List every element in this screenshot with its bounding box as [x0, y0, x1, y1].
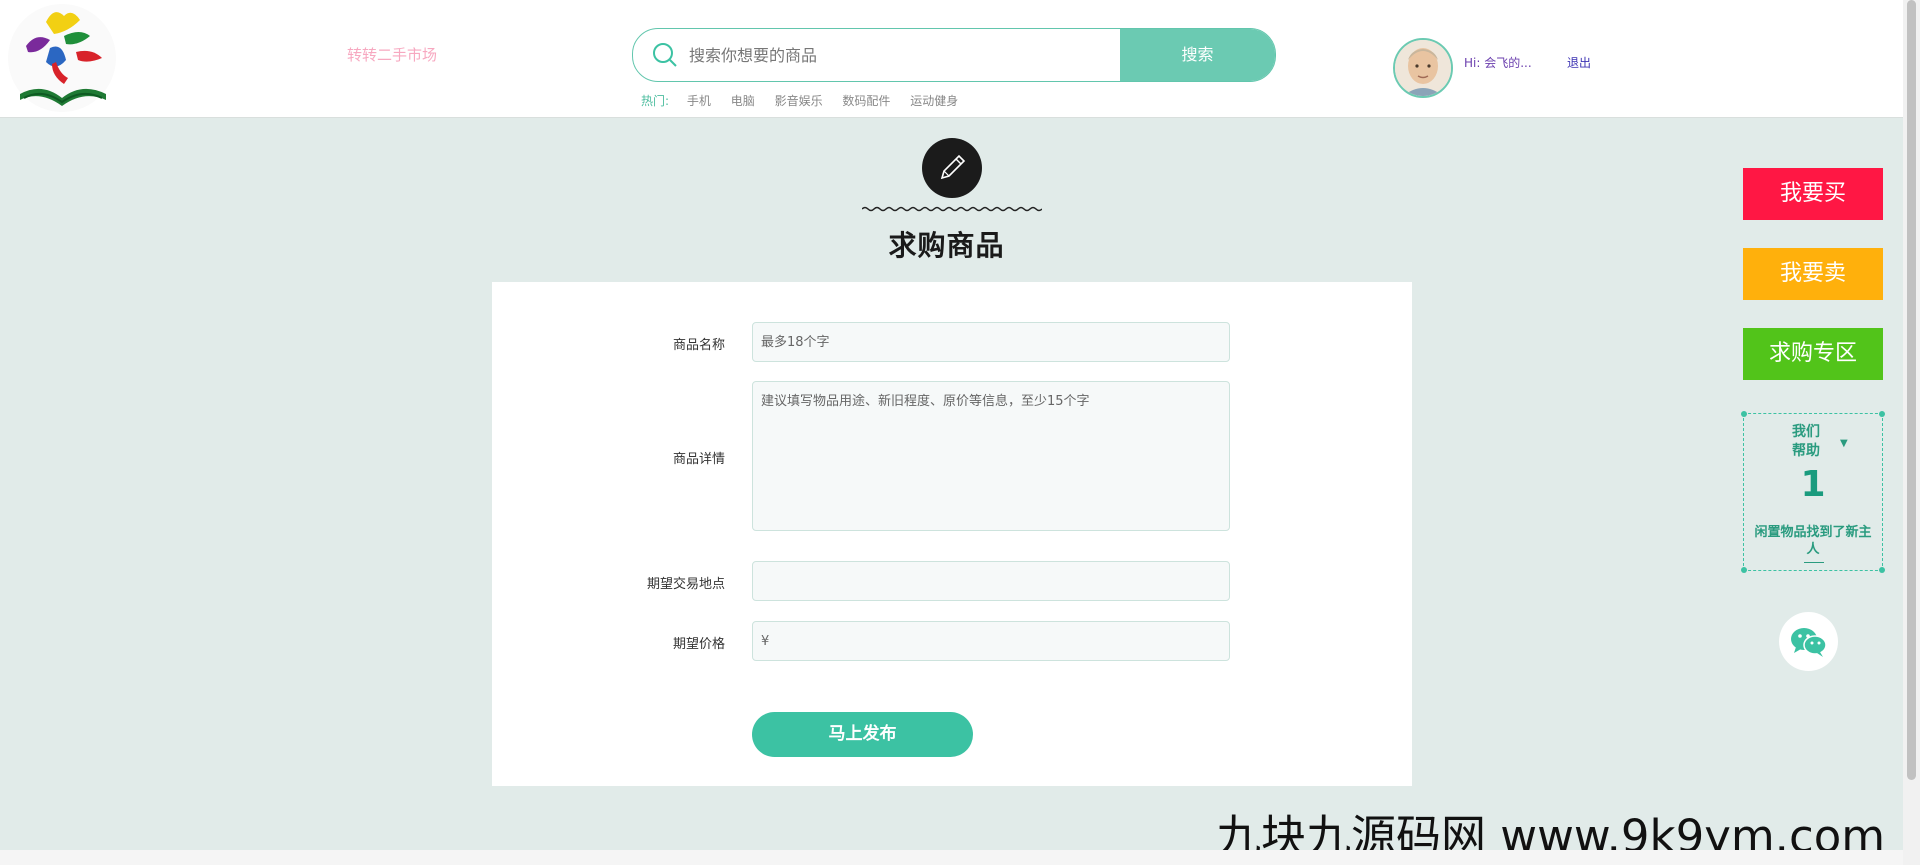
product-detail-textarea[interactable] — [752, 381, 1230, 531]
i-want-sell-button[interactable]: 我要卖 — [1743, 248, 1883, 300]
price-input[interactable] — [752, 621, 1230, 661]
vertical-scrollbar[interactable] — [1903, 0, 1920, 865]
corner-dot — [1741, 411, 1747, 417]
detail-label: 商品详情 — [672, 452, 725, 467]
help-heading-line2: 帮助 — [1792, 443, 1820, 459]
corner-dot — [1879, 567, 1885, 573]
publish-button[interactable]: 马上发布 — [752, 712, 973, 757]
pencil-icon — [922, 138, 982, 198]
search-box: 搜索 — [632, 28, 1276, 82]
site-name[interactable]: 转转二手市场 — [347, 44, 437, 65]
logout-link[interactable]: 退出 — [1567, 54, 1591, 71]
user-avatar[interactable] — [1393, 38, 1453, 98]
help-caption: 闲置物品找到了新主人 — [1754, 525, 1872, 557]
page-title: 求购商品 — [888, 229, 1005, 262]
help-heading: 我们 帮助 — [1792, 423, 1820, 461]
site-header: 转转二手市场 搜索 热门: 手机 电脑 影音娱乐 数码配件 运动健身 Hi: 会… — [0, 0, 1903, 118]
hot-label: 热门: — [641, 94, 670, 108]
corner-dot — [1741, 567, 1747, 573]
help-heading-line1: 我们 — [1792, 424, 1820, 440]
site-logo[interactable] — [6, 2, 118, 114]
hot-item-entertainment[interactable]: 影音娱乐 — [775, 94, 823, 108]
price-label: 期望价格 — [672, 637, 725, 652]
want-zone-button[interactable]: 求购专区 — [1743, 328, 1883, 380]
title-wave-divider — [862, 206, 1042, 212]
location-label: 期望交易地点 — [646, 577, 725, 592]
name-label: 商品名称 — [672, 338, 725, 353]
user-greeting[interactable]: Hi: 会飞的... — [1464, 54, 1532, 71]
help-underline — [1804, 562, 1824, 563]
search-icon — [651, 41, 679, 73]
hot-item-phone[interactable]: 手机 — [687, 94, 711, 108]
triangle-down-icon: ▼ — [1840, 438, 1848, 449]
bottom-strip — [0, 850, 1903, 865]
hot-item-accessories[interactable]: 数码配件 — [842, 94, 890, 108]
search-input[interactable] — [687, 29, 1111, 81]
help-counter-box: 我们 帮助 ▼ 1 闲置物品找到了新主人 — [1741, 411, 1885, 573]
hot-item-computer[interactable]: 电脑 — [731, 94, 755, 108]
product-name-input[interactable] — [752, 322, 1230, 362]
scrollbar-thumb[interactable] — [1907, 0, 1916, 780]
location-input[interactable] — [752, 561, 1230, 601]
corner-dot — [1879, 411, 1885, 417]
hot-keywords: 热门: 手机 电脑 影音娱乐 数码配件 运动健身 — [641, 92, 974, 109]
wechat-icon[interactable] — [1779, 612, 1838, 671]
i-want-buy-button[interactable]: 我要买 — [1743, 168, 1883, 220]
hot-item-sports[interactable]: 运动健身 — [910, 94, 958, 108]
want-buy-form: 商品名称 商品详情 期望交易地点 期望价格 马上发布 — [492, 282, 1412, 786]
help-count: 1 — [1800, 464, 1826, 505]
search-button[interactable]: 搜索 — [1120, 29, 1275, 81]
